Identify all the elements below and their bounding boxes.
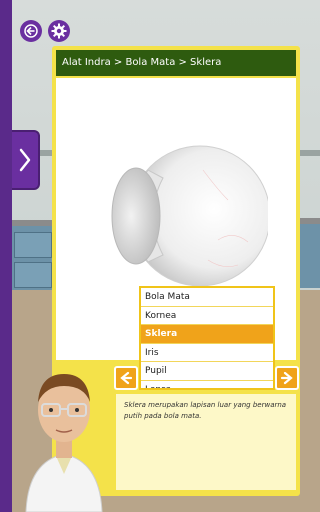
list-item[interactable]: Bola Mata bbox=[141, 288, 273, 307]
lab-cabinet-right bbox=[298, 218, 320, 288]
breadcrumb: Alat Indra > Bola Mata > Sklera bbox=[56, 50, 296, 76]
chevron-right-icon bbox=[19, 148, 31, 172]
teacher-character-illustration bbox=[25, 374, 103, 512]
side-toggle-button[interactable] bbox=[12, 130, 40, 190]
lab-cabinet-left bbox=[10, 220, 56, 290]
back-arrow-icon bbox=[24, 24, 38, 38]
cabinet-drawer bbox=[14, 262, 52, 288]
back-button[interactable] bbox=[20, 20, 42, 42]
description-text: Sklera merupakan lapisan luar yang berwa… bbox=[124, 401, 287, 420]
list-item[interactable]: Pupil bbox=[141, 362, 273, 381]
next-button[interactable] bbox=[275, 366, 299, 390]
eyeball-illustration bbox=[111, 145, 271, 287]
cabinet-drawer bbox=[14, 232, 52, 258]
gear-icon bbox=[51, 23, 67, 39]
prev-button[interactable] bbox=[114, 366, 138, 390]
settings-button[interactable] bbox=[48, 20, 70, 42]
arrow-right-icon bbox=[280, 371, 293, 385]
arrow-left-icon bbox=[120, 371, 133, 385]
list-item[interactable]: Kornea bbox=[141, 307, 273, 325]
list-item[interactable]: Iris bbox=[141, 344, 273, 362]
eyeball-model[interactable] bbox=[108, 130, 271, 300]
part-select-list[interactable]: Bola Mata Kornea Sklera Iris Pupil Lensa bbox=[139, 286, 275, 390]
teacher-character bbox=[18, 362, 110, 512]
side-bar bbox=[0, 0, 12, 512]
description-box: Sklera merupakan lapisan luar yang berwa… bbox=[114, 392, 298, 492]
list-item-selected[interactable]: Sklera bbox=[141, 325, 273, 344]
list-item[interactable]: Lensa bbox=[141, 381, 273, 389]
